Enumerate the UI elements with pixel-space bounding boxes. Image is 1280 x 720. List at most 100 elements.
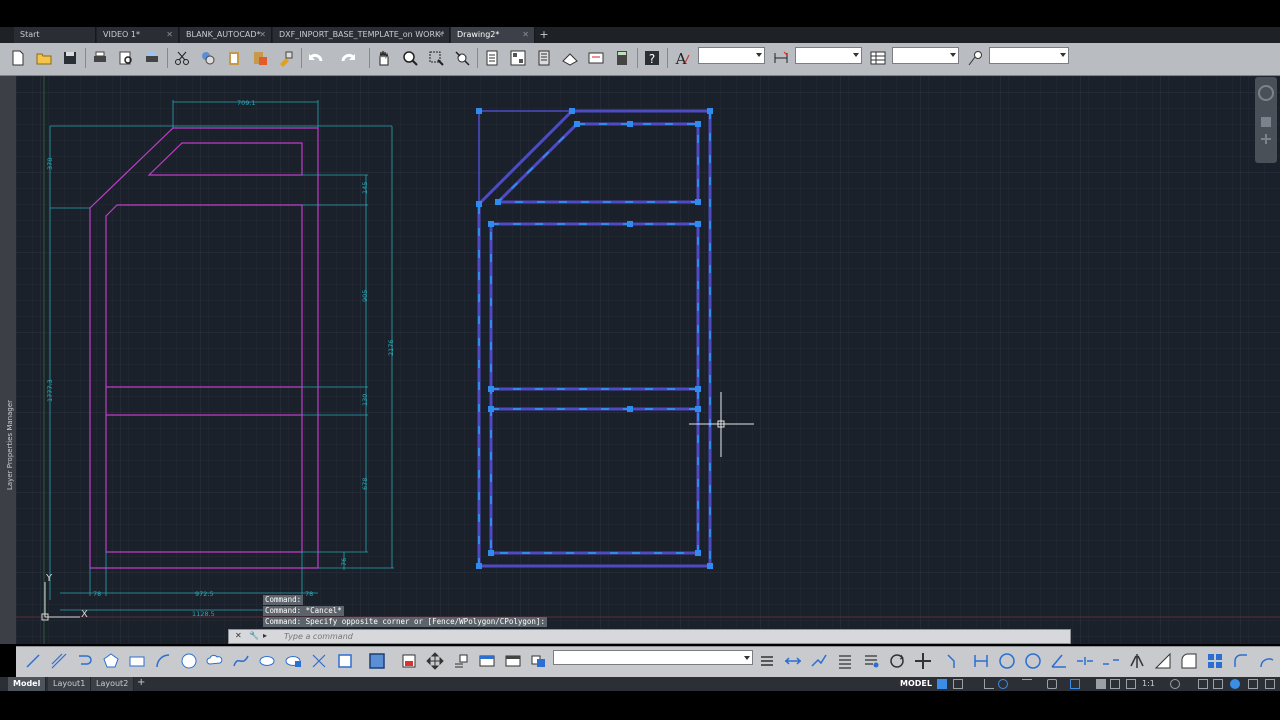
table-style-button[interactable] xyxy=(867,47,889,69)
mirror-button[interactable] xyxy=(476,650,498,672)
layer-dropdown[interactable] xyxy=(553,650,753,665)
match-properties-button[interactable] xyxy=(275,47,297,69)
fillet-arc-button[interactable] xyxy=(1230,650,1252,672)
ortho-icon[interactable] xyxy=(984,679,994,689)
wrench-icon[interactable]: 🔧 xyxy=(249,631,259,640)
redo-button[interactable] xyxy=(337,47,359,69)
rectangle-button[interactable] xyxy=(126,650,148,672)
drawing-canvas[interactable]: 709.1 378 145 905 2176 1777.3 130 678 76… xyxy=(16,76,1280,644)
text-style-dropdown[interactable] xyxy=(698,47,765,64)
close-icon[interactable]: ✕ xyxy=(437,30,444,39)
save-button[interactable] xyxy=(59,47,81,69)
dimension-style-dropdown[interactable] xyxy=(795,47,862,64)
paste-button[interactable] xyxy=(223,47,245,69)
spline-button[interactable] xyxy=(230,650,252,672)
zoom-previous-button[interactable] xyxy=(451,47,473,69)
command-prompt-icon[interactable]: ▸ xyxy=(263,631,267,640)
object-snap-tracking-icon[interactable] xyxy=(1022,679,1032,689)
new-file-button[interactable] xyxy=(7,47,29,69)
tab-blank-autocad[interactable]: BLANK_AUTOCAD* ✕ xyxy=(180,27,272,43)
array-button[interactable] xyxy=(528,650,550,672)
tab-model[interactable]: Model xyxy=(8,677,47,691)
tab-layout2[interactable]: Layout2 xyxy=(91,677,135,691)
arc-button[interactable] xyxy=(152,650,174,672)
extend-button[interactable] xyxy=(860,650,882,672)
tab-drawing2[interactable]: Drawing2* ✕ xyxy=(451,27,535,43)
model-space-toggle[interactable]: MODEL xyxy=(900,679,932,688)
join-button[interactable] xyxy=(1126,650,1148,672)
annotation-scale[interactable]: 1:1 xyxy=(1142,679,1155,688)
region-button[interactable] xyxy=(1178,650,1200,672)
break-button[interactable] xyxy=(1100,650,1122,672)
lock-ui-icon[interactable] xyxy=(1198,679,1208,689)
circle-button[interactable] xyxy=(178,650,200,672)
object-snap-icon[interactable] xyxy=(1047,679,1057,689)
rotate-object-button[interactable] xyxy=(886,650,908,672)
angular-dimension-button[interactable] xyxy=(1048,650,1070,672)
lineweight-icon[interactable] xyxy=(1070,679,1080,689)
erase-button[interactable] xyxy=(398,650,420,672)
close-icon[interactable]: ✕ xyxy=(235,631,242,640)
transparency-icon[interactable] xyxy=(1096,679,1106,689)
gear-icon[interactable] xyxy=(1170,679,1180,689)
ellipse-button[interactable] xyxy=(256,650,278,672)
calculator-button[interactable] xyxy=(611,47,633,69)
explode-button[interactable] xyxy=(1152,650,1174,672)
plot-preview-button[interactable] xyxy=(115,47,137,69)
multileader-style-dropdown[interactable] xyxy=(989,47,1069,64)
navigation-bar[interactable] xyxy=(1255,77,1277,163)
construction-line-button[interactable] xyxy=(48,650,70,672)
undo-button[interactable] xyxy=(305,47,327,69)
snap-icon[interactable] xyxy=(953,679,963,689)
ellipse-arc-button[interactable] xyxy=(282,650,304,672)
chamfer-button[interactable] xyxy=(944,650,966,672)
layer-properties-panel[interactable]: Layer Properties Manager xyxy=(0,76,16,644)
close-icon[interactable]: ✕ xyxy=(259,30,266,39)
zoom-window-button[interactable] xyxy=(425,47,447,69)
pan-button[interactable] xyxy=(373,47,395,69)
dimension-style-button[interactable] xyxy=(770,47,792,69)
sheet-set-button[interactable] xyxy=(559,47,581,69)
rotate-button[interactable] xyxy=(756,650,778,672)
text-style-button[interactable]: A xyxy=(671,47,693,69)
command-input[interactable] xyxy=(284,631,984,642)
tab-video-1[interactable]: VIDEO 1* ✕ xyxy=(97,27,179,43)
hatch-button[interactable] xyxy=(366,650,388,672)
tab-dxf-inport-base-template[interactable]: DXF_INPORT_BASE_TEMPLATE_on WORK* ✕ xyxy=(273,27,450,43)
revision-cloud-button[interactable] xyxy=(204,650,226,672)
grid-icon[interactable] xyxy=(937,679,947,689)
table-style-dropdown[interactable] xyxy=(892,47,959,64)
circle-tool-button[interactable] xyxy=(996,650,1018,672)
customization-icon[interactable] xyxy=(1265,679,1275,689)
paste-block-button[interactable] xyxy=(249,47,271,69)
tool-palettes-button[interactable] xyxy=(533,47,555,69)
annotation-visibility-icon[interactable] xyxy=(1126,679,1136,689)
isolate-objects-icon[interactable] xyxy=(1213,679,1223,689)
scale-button[interactable] xyxy=(808,650,830,672)
ellipse-tool-button[interactable] xyxy=(1022,650,1044,672)
close-icon[interactable]: ✕ xyxy=(166,30,173,39)
clean-screen-icon[interactable] xyxy=(1248,679,1258,689)
stretch-button[interactable] xyxy=(782,650,804,672)
tab-start[interactable]: Start xyxy=(14,27,96,43)
blend-button[interactable] xyxy=(1256,650,1278,672)
plot-button[interactable] xyxy=(89,47,111,69)
copy-button[interactable] xyxy=(197,47,219,69)
command-line[interactable]: ✕ 🔧 ▸ xyxy=(228,629,1071,644)
close-icon[interactable]: ✕ xyxy=(522,30,529,39)
new-tab-button[interactable]: + xyxy=(537,29,551,41)
polar-icon[interactable] xyxy=(998,679,1008,689)
polyline-button[interactable] xyxy=(74,650,96,672)
line-button[interactable] xyxy=(22,650,44,672)
copy-object-button[interactable] xyxy=(450,650,472,672)
move-grip-button[interactable] xyxy=(912,650,934,672)
add-layout-button[interactable]: + xyxy=(137,677,145,688)
markup-button[interactable] xyxy=(585,47,607,69)
move-button[interactable] xyxy=(424,650,446,672)
drawing-viewport[interactable]: 709.1 378 145 905 2176 1777.3 130 678 76… xyxy=(16,76,1280,644)
design-center-button[interactable] xyxy=(507,47,529,69)
polygon-button[interactable] xyxy=(100,650,122,672)
properties-button[interactable] xyxy=(481,47,503,69)
cut-button[interactable] xyxy=(171,47,193,69)
hardware-acceleration-icon[interactable] xyxy=(1230,679,1240,689)
